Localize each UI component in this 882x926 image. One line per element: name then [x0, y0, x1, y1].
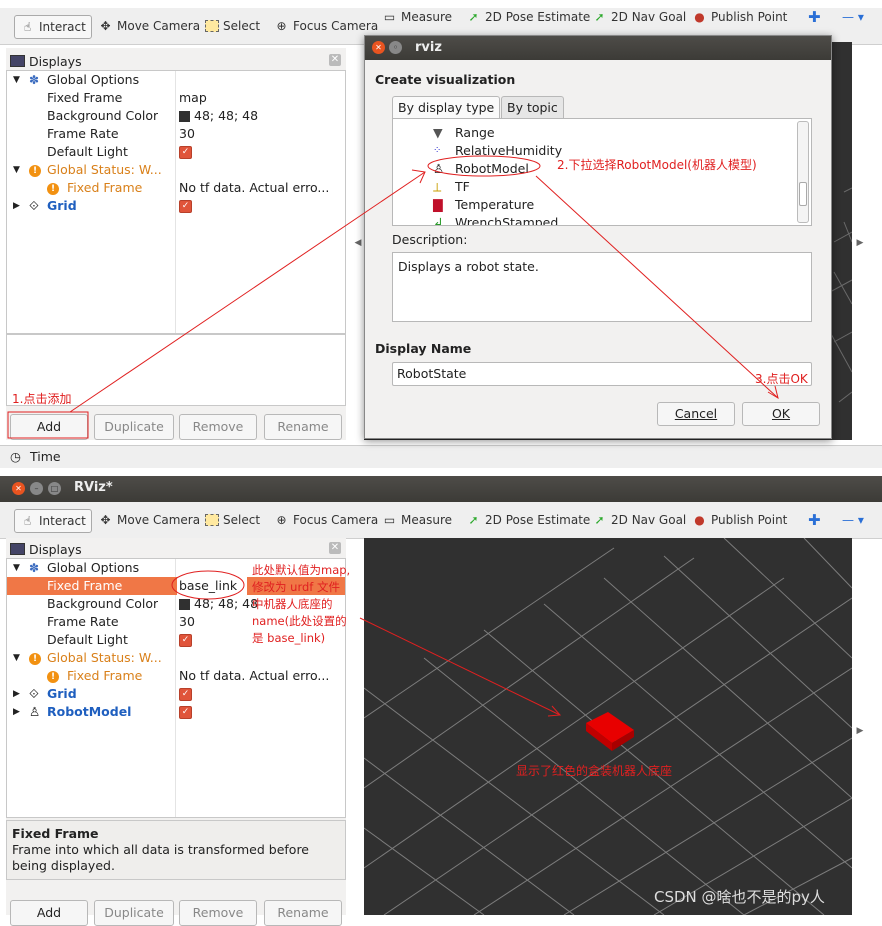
watermark: CSDN @啥也不是的py人 — [654, 888, 825, 906]
annotation-step2: 2.下拉选择RobotModel(机器人模型) — [557, 158, 757, 172]
robotmodel-highlight-ellipse — [427, 155, 541, 177]
top-annotation-overlay — [7, 155, 779, 439]
base-link-note: 此处默认值为map, 修改为 urdf 文件 中机器人底座的 name(此处设置… — [252, 563, 351, 645]
arrow-line — [359, 617, 561, 716]
base-link-highlight-ellipse — [171, 570, 245, 600]
bottom-annotation-overlay — [171, 570, 562, 717]
robot-base-note: 显示了红色的盒装机器人底座 — [516, 764, 673, 778]
annotation-step1: 1.点击添加 — [12, 392, 72, 406]
arrow-line — [535, 175, 779, 399]
arrow-line — [69, 171, 426, 413]
add-highlight-box — [7, 411, 89, 439]
annotation-step3: 3.点击OK — [755, 372, 808, 386]
